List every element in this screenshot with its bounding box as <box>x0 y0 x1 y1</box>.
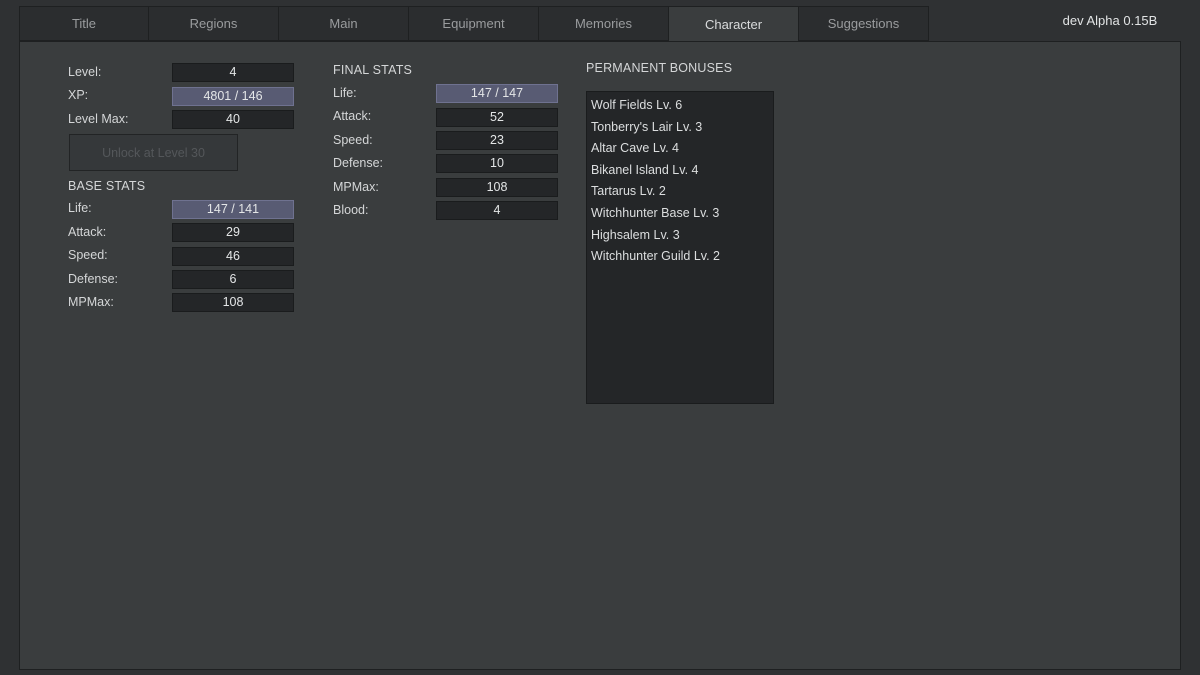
final-defense-value: 10 <box>436 154 558 173</box>
level-label: Level: <box>68 65 102 79</box>
final-life-label: Life: <box>333 86 357 100</box>
level-max-value: 40 <box>172 110 294 129</box>
permanent-bonuses-heading: PERMANENT BONUSES <box>586 61 733 75</box>
final-blood-value: 4 <box>436 201 558 220</box>
unlock-level-button[interactable]: Unlock at Level 30 <box>69 134 238 171</box>
base-speed-label: Speed: <box>68 248 108 262</box>
list-item: Altar Cave Lv. 4 <box>591 141 680 156</box>
list-item: Witchhunter Base Lv. 3 <box>591 205 720 220</box>
tab-main[interactable]: Main <box>279 6 409 41</box>
base-attack-value: 29 <box>172 223 294 242</box>
final-mpmax-label: MPMax: <box>333 180 379 194</box>
permanent-bonuses-list[interactable]: Wolf Fields Lv. 6 Tonberry's Lair Lv. 3 … <box>586 91 774 404</box>
base-speed-value: 46 <box>172 247 294 266</box>
list-item: Tonberry's Lair Lv. 3 <box>591 119 703 134</box>
final-life-value: 147 / 147 <box>436 84 558 103</box>
base-life-value: 147 / 141 <box>172 200 294 219</box>
tab-bar: Title Regions Main Equipment Memories Ch… <box>19 6 929 42</box>
final-attack-label: Attack: <box>333 109 372 123</box>
base-defense-value: 6 <box>172 270 294 289</box>
list-item: Witchhunter Guild Lv. 2 <box>591 249 720 264</box>
tab-suggestions[interactable]: Suggestions <box>799 6 929 41</box>
base-defense-label: Defense: <box>68 272 119 286</box>
list-item: Bikanel Island Lv. 4 <box>591 162 699 177</box>
final-stats-heading: FINAL STATS <box>333 63 413 77</box>
final-defense-label: Defense: <box>333 156 384 170</box>
level-value: 4 <box>172 63 294 82</box>
xp-value: 4801 / 146 <box>172 87 294 106</box>
final-mpmax-value: 108 <box>436 178 558 197</box>
tab-memories[interactable]: Memories <box>539 6 669 41</box>
list-item: Highsalem Lv. 3 <box>591 227 680 242</box>
tab-regions[interactable]: Regions <box>149 6 279 41</box>
base-mpmax-value: 108 <box>172 293 294 312</box>
level-max-label: Level Max: <box>68 112 129 126</box>
list-item: Tartarus Lv. 2 <box>591 184 666 199</box>
tab-title[interactable]: Title <box>19 6 149 41</box>
base-stats-heading: BASE STATS <box>68 179 146 193</box>
base-life-label: Life: <box>68 201 92 215</box>
tab-character[interactable]: Character <box>669 6 799 42</box>
final-blood-label: Blood: <box>333 203 369 217</box>
base-attack-label: Attack: <box>68 225 107 239</box>
version-label: dev Alpha 0.15B <box>1062 13 1158 28</box>
final-speed-value: 23 <box>436 131 558 150</box>
final-speed-label: Speed: <box>333 133 373 147</box>
xp-label: XP: <box>68 88 89 102</box>
character-panel: Level: 4 XP: 4801 / 146 Level Max: 40 Un… <box>19 41 1181 670</box>
final-attack-value: 52 <box>436 108 558 127</box>
list-item: Wolf Fields Lv. 6 <box>591 98 683 112</box>
tab-equipment[interactable]: Equipment <box>409 6 539 41</box>
base-mpmax-label: MPMax: <box>68 295 114 309</box>
